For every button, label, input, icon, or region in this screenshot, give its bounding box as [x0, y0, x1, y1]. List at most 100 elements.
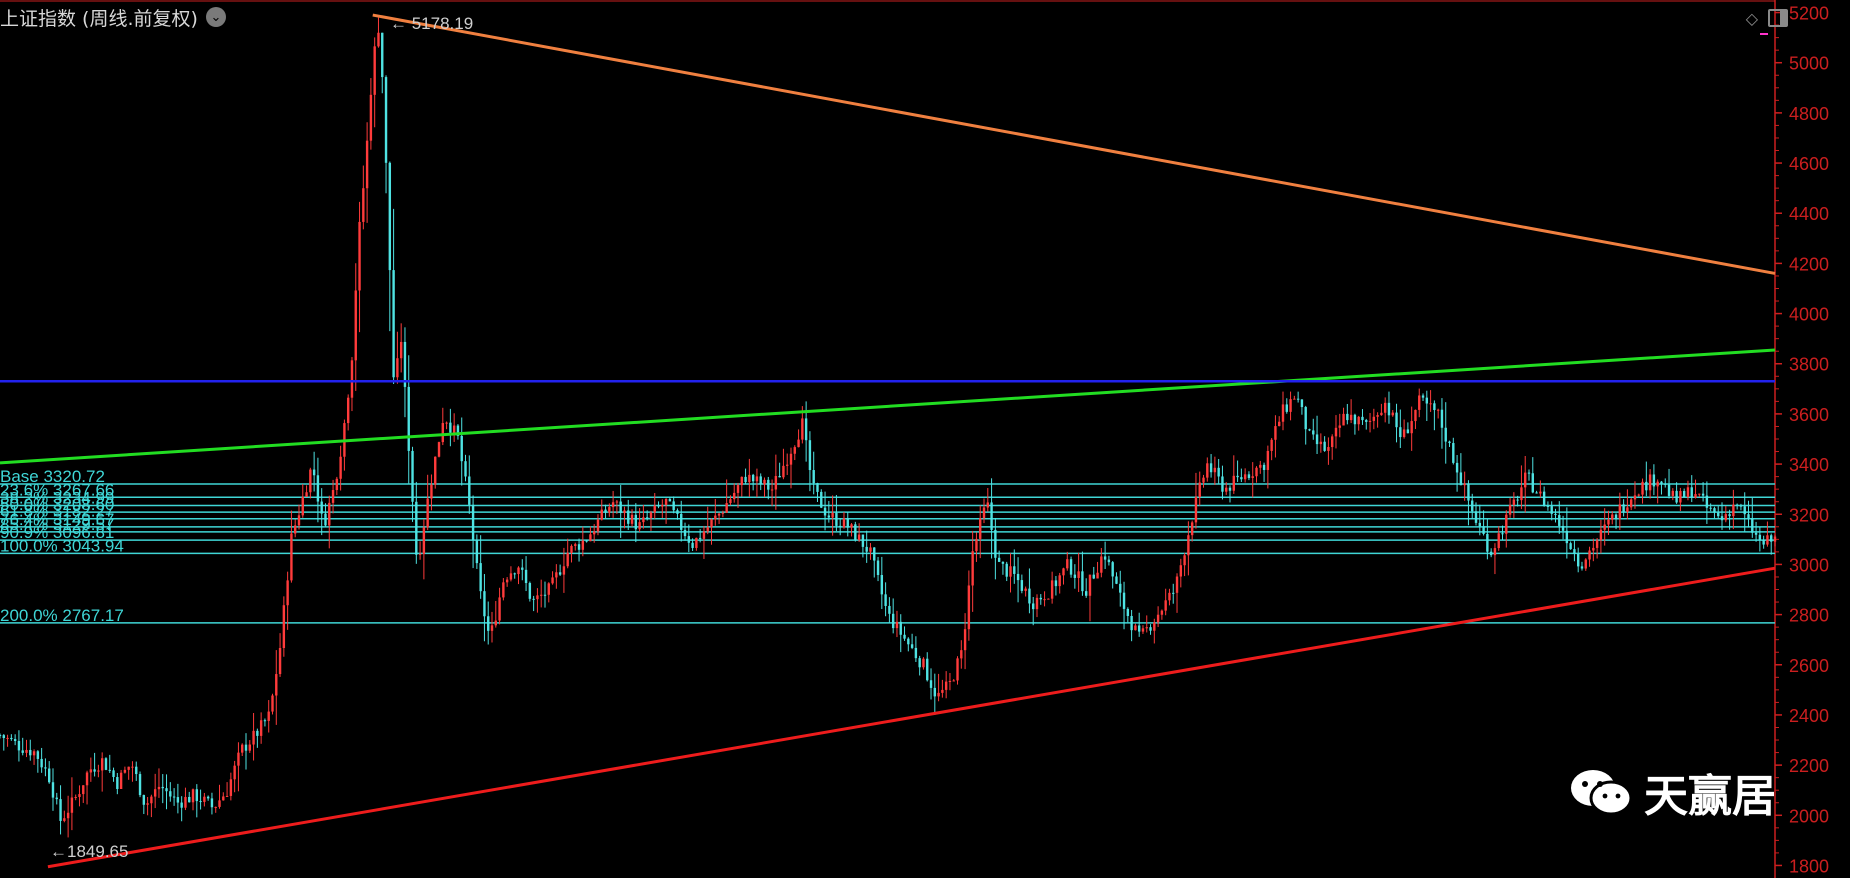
candle-body [362, 188, 365, 222]
candle-body [10, 737, 13, 740]
candle-body [1474, 511, 1478, 523]
candle-body [532, 598, 535, 600]
candle-body [1599, 529, 1603, 541]
candle-body [381, 32, 384, 78]
candle-body [66, 812, 70, 819]
candle-body [1334, 427, 1338, 437]
candle-body [717, 513, 721, 516]
candle-body [744, 476, 747, 483]
candle-body [1448, 441, 1451, 444]
candle-body [1705, 495, 1709, 508]
candle-body [1187, 535, 1190, 556]
candle-body [1141, 628, 1145, 632]
candle-body [1542, 491, 1546, 506]
candle-body [1179, 565, 1183, 577]
candle-body [13, 739, 17, 741]
candle-body [505, 579, 509, 583]
candle-body [555, 572, 558, 578]
candle-body [1410, 421, 1413, 434]
panel-toggle-icon[interactable] [1768, 9, 1788, 27]
y-tick-label: 2400 [1789, 706, 1829, 726]
candle-body [112, 770, 115, 778]
candle-body [786, 464, 789, 466]
candle-body [1675, 490, 1678, 503]
diamond-icon[interactable]: ◇ [1746, 9, 1758, 29]
candle-body [888, 605, 891, 614]
candle-body [1236, 475, 1239, 478]
candle-body [305, 492, 308, 497]
candle-body [138, 774, 142, 796]
candle-body [1664, 483, 1667, 485]
candle-body [1221, 476, 1224, 492]
candle-body [1054, 580, 1058, 587]
candle-body [1300, 399, 1304, 408]
candle-body [1433, 403, 1436, 411]
candle-body [55, 797, 58, 800]
candle-body [25, 749, 28, 753]
candle-body [1289, 399, 1292, 412]
candle-body [1137, 625, 1141, 632]
candle-body [415, 501, 418, 555]
candle-body [1709, 507, 1712, 509]
candle-body [1648, 474, 1652, 491]
candle-body [1111, 562, 1114, 577]
candle-body [816, 483, 819, 492]
candle-body [85, 772, 89, 786]
candle-body [570, 545, 573, 553]
candle-body [1554, 513, 1557, 516]
candle-body [1701, 493, 1705, 496]
candle-body [1493, 548, 1497, 556]
y-tick-label: 4000 [1789, 305, 1829, 325]
candle-body [471, 504, 475, 541]
candle-body [1062, 568, 1065, 576]
candle-body [135, 766, 138, 775]
candle-body [1035, 597, 1039, 610]
candle-body [1323, 441, 1326, 451]
candle-body [2, 735, 5, 739]
candle-body [241, 744, 244, 753]
candle-body [1766, 535, 1769, 545]
candle-body [1743, 506, 1746, 515]
candle-body [941, 689, 944, 693]
candle-body [377, 32, 380, 47]
candle-body [1293, 398, 1296, 400]
candle-body [346, 397, 350, 424]
candle-body [574, 544, 577, 546]
candle-body [1751, 518, 1754, 533]
candle-body [263, 720, 267, 722]
candle-body [831, 512, 834, 518]
candle-body [521, 567, 524, 570]
candle-body [789, 453, 793, 465]
candle-body [1346, 413, 1349, 421]
price-chart[interactable]: 1800 2000 2200 2400 2600 2800 3000 3200 3400 3600… [0, 0, 1850, 878]
y-tick-label: 3000 [1789, 555, 1829, 575]
candle-body [1024, 588, 1027, 591]
candle-body [581, 540, 585, 550]
candle-body [184, 796, 187, 808]
candle-body [1607, 519, 1610, 525]
candle-body [1399, 427, 1402, 438]
candle-body [865, 546, 868, 552]
candle-body [1319, 441, 1323, 445]
candle-body [309, 469, 312, 493]
candle-body [910, 644, 914, 648]
candle-body [74, 796, 77, 798]
candle-body [926, 658, 929, 681]
candle-body [615, 501, 619, 503]
candle-body [1073, 574, 1077, 578]
candle-body [1088, 574, 1092, 596]
candle-body [1463, 483, 1466, 486]
candle-body [358, 221, 361, 291]
candle-body [1618, 504, 1622, 519]
candle-body [1032, 603, 1035, 610]
candle-body [543, 594, 547, 596]
candle-body [222, 796, 225, 801]
chevron-down-icon[interactable]: ⌄ [205, 7, 226, 27]
candle-body [702, 531, 706, 539]
candle-body [172, 796, 176, 798]
candle-body [517, 567, 520, 575]
y-tick-label: 3800 [1789, 355, 1829, 375]
candle-body [1156, 614, 1160, 623]
candle-body [426, 498, 429, 528]
candle-body [585, 540, 588, 542]
